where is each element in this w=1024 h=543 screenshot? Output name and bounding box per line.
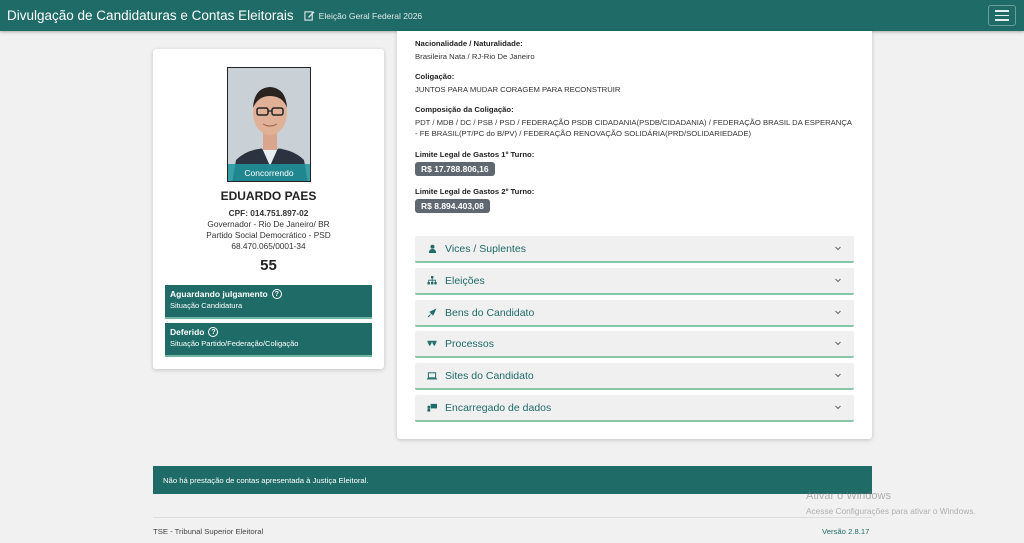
composition-value: PDT / MDB / DC / PSB / PSD / FEDERAÇÃO P… [415,118,852,138]
candidate-name: EDUARDO PAES [220,189,317,203]
candidate-details-card: Nacionalidade / Naturalidade: Brasileira… [397,31,872,439]
chevron-down-icon [835,341,841,346]
windows-activation-title: Ativar o Windows [806,490,891,502]
windows-activation-subtitle: Acesse Configurações para ativar o Windo… [806,506,976,516]
chevron-down-icon [835,405,841,410]
footer-org: TSE - Tribunal Superior Eleitoral [153,527,264,536]
accordion-label: Sites do Candidato [445,369,534,382]
spending-limit-2-value: R$ 8.894.403,08 [415,199,490,213]
person-icon [427,244,437,253]
menu-button[interactable] [988,5,1016,26]
person-board-icon [427,403,437,412]
election-name: Eleição Geral Federal 2026 [318,10,423,21]
accordion-elections[interactable]: Eleições [415,268,854,295]
accordion-assets[interactable]: Bens do Candidato [415,300,854,327]
party-status-box: Deferido ? Situação Partido/Federação/Co… [165,323,372,357]
help-icon[interactable]: ? [271,289,282,299]
candidate-photo: Concorrendo [227,67,311,182]
candidacy-status-badge: Concorrendo [228,164,310,181]
accordion-label: Eleições [445,274,485,287]
spending-limit-1-value: R$ 17.788.806,16 [415,162,495,176]
candidacy-status-title: Aguardando julgamento [170,289,268,299]
edit-icon [304,11,315,21]
footer-divider [153,517,872,518]
accordion-processes[interactable]: Processos [415,331,854,358]
composition-label: Composição da Coligação: [415,105,514,114]
party-status-subtitle: Situação Partido/Federação/Coligação [170,339,299,348]
accordion-label: Processos [445,337,495,350]
accordion-vices[interactable]: Vices / Suplentes [415,236,854,263]
accordion-label: Vices / Suplentes [445,242,526,255]
accordion-sites[interactable]: Sites do Candidato [415,363,854,390]
candidate-card: Concorrendo EDUARDO PAES CPF: 014.751.89… [153,49,384,369]
candidate-cnpj: 68.470.065/0001-34 [231,241,306,251]
coalition-value: JUNTOS PARA MUDAR CORAGEM PARA RECONSTRU… [415,85,621,94]
help-icon[interactable]: ? [208,327,219,337]
accordion-label: Encarregado de dados [445,401,552,414]
spending-limit-2-label: Limite Legal de Gastos 2º Turno: [415,187,535,196]
candidate-number: 55 [260,257,277,274]
accordion-data-officer[interactable]: Encarregado de dados [415,395,854,422]
nationality-label: Nacionalidade / Naturalidade: [415,39,523,48]
candidacy-status-box: Aguardando julgamento ? Situação Candida… [165,285,372,319]
chevron-down-icon [835,310,841,315]
menu-icon [995,10,1009,12]
accordion-label: Bens do Candidato [445,306,535,319]
spending-limit-1-label: Limite Legal de Gastos 1º Turno: [415,150,535,159]
candidate-cpf: CPF: 014.751.897-02 [228,208,309,218]
sitemap-icon [427,276,437,285]
chevron-down-icon [835,246,841,251]
candidate-party: Partido Social Democrático - PSD [206,230,331,240]
election-selector[interactable]: Eleição Geral Federal 2026 [304,10,422,21]
party-status-title: Deferido [170,327,205,337]
laptop-icon [427,371,437,380]
candidacy-status-subtitle: Situação Candidatura [170,301,243,310]
accounts-notice: Não há prestação de contas apresentada à… [153,466,872,494]
app-title[interactable]: Divulgação de Candidaturas e Contas Elei… [7,8,294,23]
nationality-value: Brasileira Nata / RJ-Rio De Janeiro [415,52,535,61]
top-navbar: Divulgação de Candidaturas e Contas Elei… [0,0,1024,31]
coalition-label: Coligação: [415,72,455,81]
chevron-down-icon [835,278,841,283]
rocket-icon [427,308,437,318]
accounts-notice-text: Não há prestação de contas apresentada à… [163,475,369,485]
scale-icon [427,339,437,348]
footer-version: Versão 2.8.17 [822,527,870,536]
candidate-office: Governador - Rio De Janeiro/ BR [207,219,330,229]
chevron-down-icon [835,373,841,378]
